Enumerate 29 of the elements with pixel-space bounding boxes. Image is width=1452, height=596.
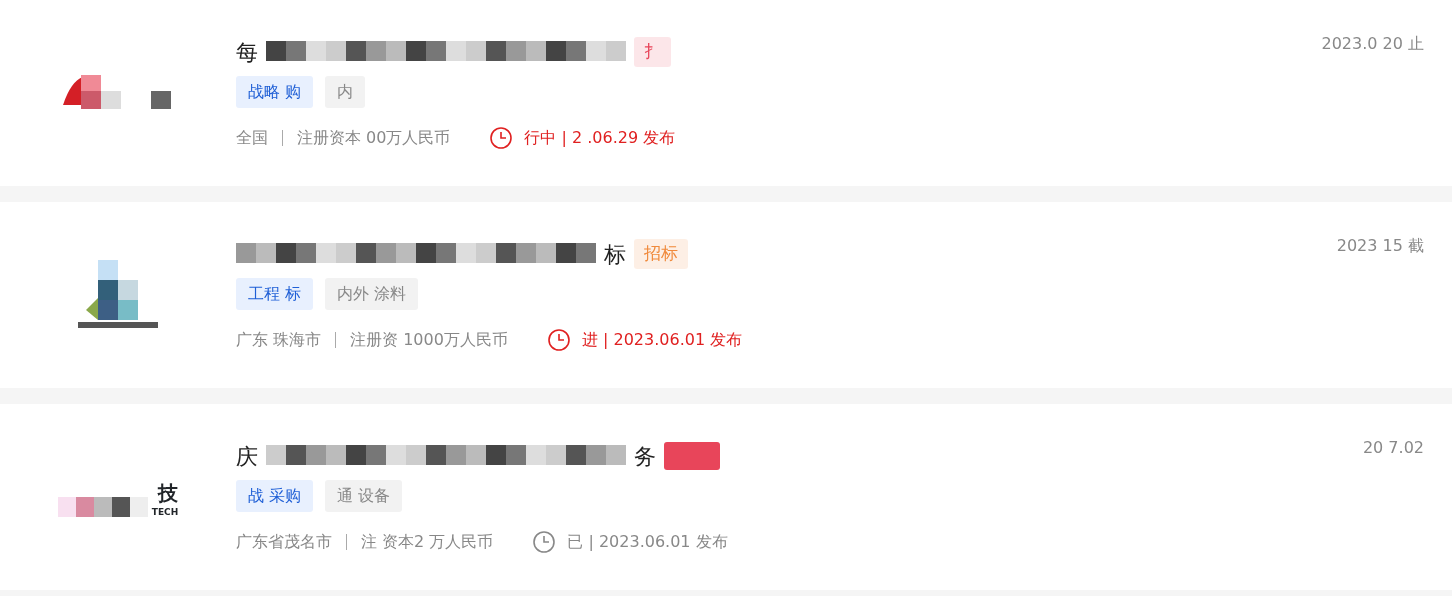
title-text: 每 (236, 38, 258, 67)
title-text: 庆 (236, 442, 258, 471)
category-tag: 战略 购 (236, 76, 314, 108)
category-tag: 内 (325, 76, 366, 108)
bid-type-tag: 招标 (634, 239, 688, 269)
category-tag: 通 设备 (325, 480, 403, 512)
deadline-text: 20 7.02 (1362, 437, 1425, 459)
category-tag: 工程 标 (236, 278, 314, 310)
category-tag: 战 采购 (236, 480, 314, 512)
region-text: 广东省茂名市 (236, 531, 332, 553)
region-text: 全国 (236, 127, 268, 149)
capital-text: 注 资本2 万人民币 (361, 531, 494, 553)
logo-icon (63, 75, 173, 111)
status-text: 已 | 2023.06.01 发布 (567, 531, 728, 553)
deadline-text: 2023.0 20 止 (1321, 33, 1425, 55)
logo-text: TECH (151, 507, 179, 517)
title-text: 务 (634, 442, 656, 471)
deadline-text: 2023 15 截 (1336, 235, 1425, 257)
region-text: 广东 珠海市 (236, 329, 322, 351)
capital-text: 注册资本 00万人民币 (297, 127, 451, 149)
title-text: 标 (604, 240, 626, 269)
logo-icon (78, 260, 158, 330)
logo-icon (57, 496, 148, 517)
capital-text: 注册资 1000万人民币 (350, 329, 508, 351)
category-tag: 内外 涂料 (325, 278, 419, 310)
status-text: 进 | 2023.06.01 发布 (581, 329, 743, 351)
logo-text: 技 (158, 479, 179, 507)
bid-type-tag: 扌 (634, 37, 671, 67)
status-text: 行中 | 2 .06.29 发布 (524, 127, 676, 149)
